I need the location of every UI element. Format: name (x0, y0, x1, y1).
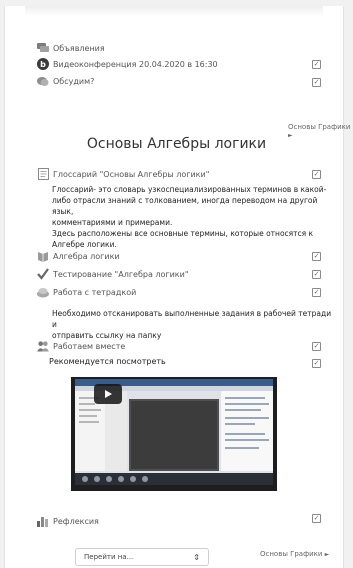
activity-videoconf[interactable]: b Видеоконференция 20.04.2020 в 16:30 (37, 58, 218, 70)
activity-together[interactable]: Работаем вместе (37, 340, 125, 352)
glossary-description: Глоссарий- это словарь узкоспециализиров… (52, 184, 332, 250)
svg-text:b: b (40, 60, 46, 69)
algebra-link[interactable]: Алгебра логики (53, 252, 120, 261)
play-icon (105, 390, 112, 398)
completion-checkbox[interactable]: ✓ (312, 78, 321, 87)
completion-checkbox[interactable]: ✓ (312, 288, 321, 297)
notebook-link[interactable]: Работа с тетрадкой (53, 288, 136, 297)
recommend-label: Рекомендуется посмотреть (49, 357, 166, 366)
test-link[interactable]: Тестирование "Алгебра логики" (53, 270, 189, 279)
discuss-link[interactable]: Обсудим? (53, 77, 94, 86)
description-line: Глоссарий- это словарь узкоспециализиров… (52, 185, 327, 194)
videoconf-link[interactable]: Видеоконференция 20.04.2020 в 16:30 (53, 60, 218, 69)
description-line: Алгебре логики. (52, 240, 117, 249)
recommend-label-row: Рекомендуется посмотреть (49, 357, 166, 366)
play-button[interactable] (94, 384, 122, 404)
arrow-right-icon: ► (324, 551, 330, 558)
forum-icon (37, 42, 49, 54)
completion-checkbox[interactable]: ✓ (312, 60, 321, 69)
reflection-link[interactable]: Рефлексия (53, 517, 99, 526)
activity-notebook[interactable]: Работа с тетрадкой (37, 286, 136, 298)
feedback-icon (37, 515, 49, 527)
prev-section-label: Основы Графики (260, 550, 323, 558)
jump-to-label: Перейти на... (84, 553, 134, 561)
activity-test[interactable]: Тестирование "Алгебра логики" (37, 268, 189, 280)
bigbluebutton-icon: b (37, 58, 49, 70)
description-line: Здесь расположены все основные термины, … (52, 229, 314, 238)
group-icon (37, 340, 49, 352)
activity-algebra[interactable]: Алгебра логики (37, 250, 120, 262)
select-arrows-icon: ⇕ (193, 552, 200, 562)
header-shadow (25, 6, 323, 16)
notebook-description: Необходимо отсканировать выполненные зад… (52, 308, 332, 341)
completion-checkbox[interactable]: ✓ (312, 252, 321, 261)
completion-checkbox[interactable]: ✓ (312, 514, 321, 523)
quiz-icon (37, 268, 49, 280)
activity-announcements[interactable]: Объявления (37, 42, 105, 54)
completion-checkbox[interactable]: ✓ (312, 342, 321, 351)
activity-glossary[interactable]: Глоссарий "Основы Алгебры логики" (37, 168, 209, 180)
prev-section-label: Основы Графики (288, 123, 351, 131)
description-line: комментариями и примерами. (52, 218, 173, 227)
activity-discuss[interactable]: Обсудим? (37, 75, 94, 87)
together-link[interactable]: Работаем вместе (53, 342, 125, 351)
glossary-link[interactable]: Глоссарий "Основы Алгебры логики" (53, 170, 209, 179)
activity-reflection[interactable]: Рефлексия (37, 515, 99, 527)
assignment-icon (37, 286, 49, 298)
glossary-icon (37, 168, 49, 180)
announcements-link[interactable]: Объявления (53, 44, 105, 53)
description-line: либо отрасли знаний с толкованием, иногд… (52, 196, 318, 216)
completion-checkbox[interactable]: ✓ (312, 170, 321, 179)
description-line: Необходимо отсканировать выполненные зад… (52, 309, 332, 329)
chat-icon (37, 75, 49, 87)
completion-checkbox[interactable]: ✓ (312, 359, 321, 368)
embedded-video[interactable] (71, 377, 277, 491)
lesson-icon (37, 250, 49, 262)
jump-to-select[interactable]: Перейти на... ⇕ (75, 548, 209, 566)
section-title: Основы Алгебры логики (86, 136, 267, 152)
prev-section-link-bottom[interactable]: Основы Графики ► (260, 550, 329, 558)
completion-checkbox[interactable]: ✓ (312, 270, 321, 279)
